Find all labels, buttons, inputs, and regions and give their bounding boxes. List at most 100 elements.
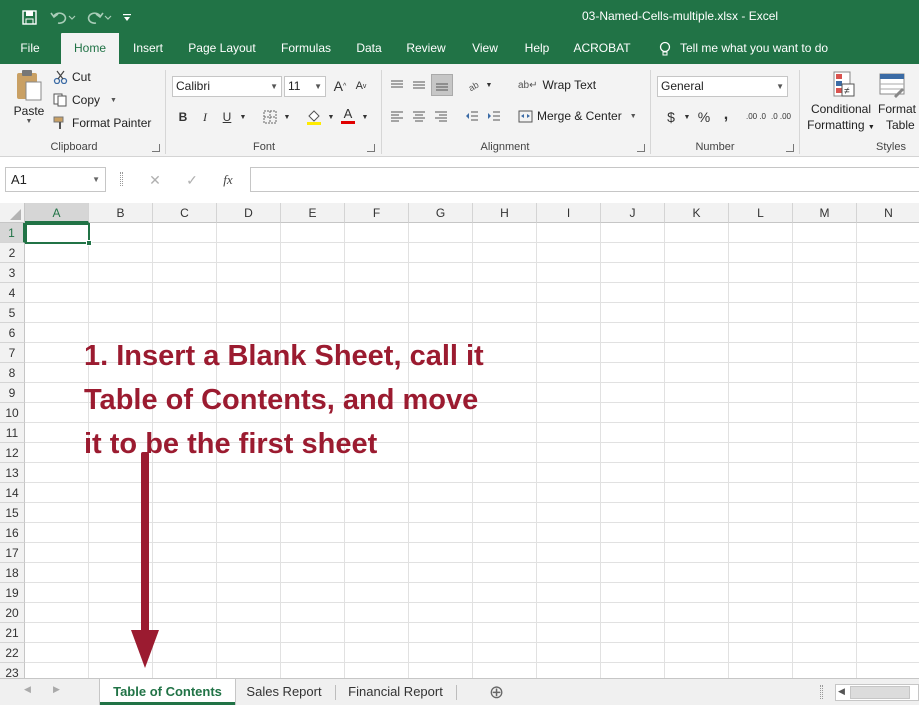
font-launcher-icon[interactable]: [367, 144, 375, 152]
sheet-tab-table-of-contents[interactable]: Table of Contents: [100, 679, 235, 705]
align-bottom-icon[interactable]: [431, 74, 453, 96]
formula-bar-grip-icon[interactable]: [120, 172, 123, 186]
column-header-j[interactable]: J: [601, 203, 665, 223]
currency-dropdown-icon[interactable]: ▼: [678, 108, 696, 126]
tab-split-grip-icon[interactable]: [820, 685, 823, 699]
cancel-entry-icon[interactable]: ✕: [146, 171, 164, 189]
select-all-button[interactable]: [0, 203, 25, 223]
row-header-22[interactable]: 22: [0, 643, 25, 663]
row-header-7[interactable]: 7: [0, 343, 25, 363]
cut-button[interactable]: Cut: [53, 70, 91, 84]
clipboard-launcher-icon[interactable]: [152, 144, 160, 152]
redo-icon[interactable]: [84, 7, 114, 27]
font-size-select[interactable]: 11 ▼: [284, 76, 326, 97]
decrease-font-icon[interactable]: Av: [352, 77, 370, 95]
column-header-k[interactable]: K: [665, 203, 729, 223]
borders-dropdown-icon[interactable]: ▼: [278, 108, 296, 126]
increase-decimal-button[interactable]: .00 .0: [745, 108, 767, 126]
paste-button[interactable]: Paste ▼: [12, 68, 46, 126]
column-header-i[interactable]: I: [537, 203, 601, 223]
tell-me-search[interactable]: Tell me what you want to do: [680, 33, 840, 64]
scroll-left-icon[interactable]: ◀: [838, 686, 845, 697]
align-middle-icon[interactable]: [410, 76, 428, 94]
row-header-21[interactable]: 21: [0, 623, 25, 643]
percent-button[interactable]: %: [695, 108, 713, 126]
borders-icon[interactable]: [261, 108, 279, 126]
copy-button[interactable]: Copy ▼: [53, 93, 117, 107]
font-color-icon[interactable]: A: [339, 106, 357, 124]
scroll-tabs-right-icon[interactable]: ▶: [53, 684, 60, 695]
confirm-entry-icon[interactable]: ✓: [183, 171, 201, 189]
column-header-e[interactable]: E: [281, 203, 345, 223]
number-launcher-icon[interactable]: [786, 144, 794, 152]
row-header-17[interactable]: 17: [0, 543, 25, 563]
increase-font-icon[interactable]: A ^: [331, 77, 349, 95]
row-header-1[interactable]: 1: [0, 223, 25, 243]
align-right-icon[interactable]: [432, 107, 450, 125]
tab-home[interactable]: Home: [61, 33, 119, 64]
row-header-11[interactable]: 11: [0, 423, 25, 443]
row-header-4[interactable]: 4: [0, 283, 25, 303]
row-header-18[interactable]: 18: [0, 563, 25, 583]
font-name-select[interactable]: Calibri ▼: [172, 76, 282, 97]
column-header-m[interactable]: M: [793, 203, 857, 223]
tab-file[interactable]: File: [10, 33, 50, 64]
format-as-table-button[interactable]: Format Table: [876, 70, 919, 132]
scroll-tabs-left-icon[interactable]: ◀: [24, 684, 31, 695]
column-header-g[interactable]: G: [409, 203, 473, 223]
column-header-n[interactable]: N: [857, 203, 919, 223]
font-color-dropdown-icon[interactable]: ▼: [356, 108, 374, 126]
fill-color-icon[interactable]: [305, 108, 323, 126]
horizontal-scrollbar[interactable]: ◀: [835, 684, 919, 701]
wrap-text-button[interactable]: ab↵ Wrap Text: [518, 78, 596, 92]
tab-help[interactable]: Help: [516, 33, 558, 64]
comma-button[interactable]: ,: [717, 106, 735, 124]
tab-insert[interactable]: Insert: [124, 33, 172, 64]
column-header-b[interactable]: B: [89, 203, 153, 223]
align-left-icon[interactable]: [388, 107, 406, 125]
row-header-6[interactable]: 6: [0, 323, 25, 343]
conditional-formatting-button[interactable]: ≠ Conditional Formatting ▼: [806, 70, 876, 132]
column-header-l[interactable]: L: [729, 203, 793, 223]
fill-handle[interactable]: [86, 240, 92, 246]
row-header-23[interactable]: 23: [0, 663, 25, 678]
sheet-tab-sales-report[interactable]: Sales Report: [235, 679, 333, 705]
merge-dropdown-icon[interactable]: ▼: [630, 113, 637, 120]
tab-view[interactable]: View: [464, 33, 506, 64]
column-header-h[interactable]: H: [473, 203, 537, 223]
row-header-2[interactable]: 2: [0, 243, 25, 263]
increase-indent-icon[interactable]: [485, 107, 503, 125]
tab-acrobat[interactable]: ACROBAT: [568, 33, 636, 64]
add-sheet-icon[interactable]: ⊕: [489, 682, 504, 702]
row-header-10[interactable]: 10: [0, 403, 25, 423]
name-box[interactable]: A1 ▼: [5, 167, 106, 192]
column-header-d[interactable]: D: [217, 203, 281, 223]
undo-icon[interactable]: [48, 7, 78, 27]
row-header-13[interactable]: 13: [0, 463, 25, 483]
row-header-3[interactable]: 3: [0, 263, 25, 283]
tab-data[interactable]: Data: [348, 33, 390, 64]
orientation-dropdown-icon[interactable]: ▼: [480, 76, 498, 94]
decrease-indent-icon[interactable]: [463, 107, 481, 125]
italic-button[interactable]: I: [196, 108, 214, 126]
sheet-tab-financial-report[interactable]: Financial Report: [337, 679, 454, 705]
row-header-8[interactable]: 8: [0, 363, 25, 383]
insert-function-icon[interactable]: fx: [219, 171, 237, 189]
align-top-icon[interactable]: [388, 76, 406, 94]
fill-color-dropdown-icon[interactable]: ▼: [322, 108, 340, 126]
formula-input[interactable]: [250, 167, 919, 192]
active-cell[interactable]: [25, 223, 92, 246]
row-header-9[interactable]: 9: [0, 383, 25, 403]
align-center-icon[interactable]: [410, 107, 428, 125]
merge-center-button[interactable]: Merge & Center ▼: [518, 109, 637, 123]
row-header-16[interactable]: 16: [0, 523, 25, 543]
paste-dropdown-icon[interactable]: ▼: [26, 118, 33, 125]
name-box-dropdown-icon[interactable]: ▼: [92, 168, 100, 191]
row-header-19[interactable]: 19: [0, 583, 25, 603]
bold-button[interactable]: B: [174, 108, 192, 126]
decrease-decimal-button[interactable]: .0 .00: [770, 108, 792, 126]
save-icon[interactable]: [18, 7, 40, 27]
row-header-15[interactable]: 15: [0, 503, 25, 523]
underline-dropdown-icon[interactable]: ▼: [234, 108, 252, 126]
row-header-20[interactable]: 20: [0, 603, 25, 623]
